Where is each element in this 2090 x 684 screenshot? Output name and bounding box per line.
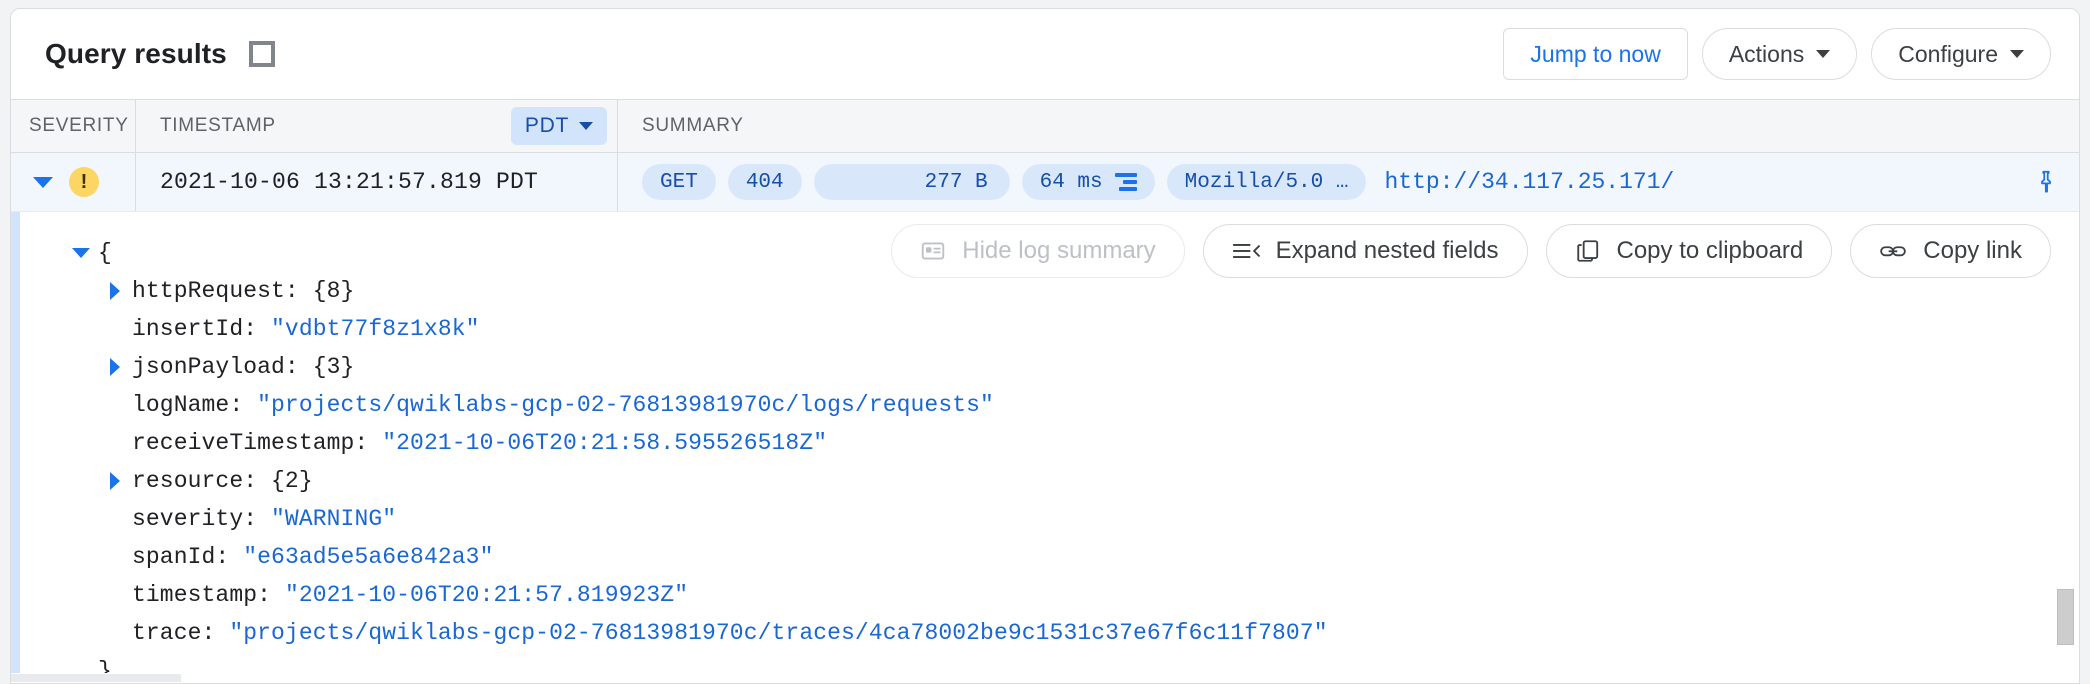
copy-link-button[interactable]: Copy link (1850, 224, 2051, 278)
json-value: "2021-10-06T20:21:58.595526518Z" (382, 430, 828, 456)
json-row: insertId: "vdbt77f8z1x8k" (64, 310, 2079, 348)
user-agent-chip[interactable]: Mozilla/5.0 … (1166, 164, 1367, 200)
vertical-scrollbar-thumb[interactable] (2057, 589, 2074, 645)
log-summary-icon (922, 242, 945, 260)
latency-chip-label: 64 ms (1039, 170, 1103, 194)
latency-chip[interactable]: 64 ms (1021, 164, 1155, 200)
json-key: severity: (132, 506, 258, 532)
hide-log-summary-label: Hide log summary (962, 237, 1156, 264)
timezone-selector[interactable]: PDT (510, 107, 607, 145)
actions-menu-button[interactable]: Actions (1701, 28, 1858, 80)
json-row: spanId: "e63ad5e5a6e842a3" (64, 538, 2079, 576)
column-header-row: SEVERITY TIMESTAMP PDT SUMMARY (11, 99, 2079, 153)
actions-menu-label: Actions (1728, 40, 1805, 67)
expand-resource-triangle-icon[interactable] (98, 472, 132, 490)
link-icon (1880, 246, 1907, 257)
request-url-link[interactable]: http://34.117.25.171/ (1384, 169, 1674, 195)
json-value: {8} (312, 278, 355, 304)
expand-httprequest-triangle-icon[interactable] (98, 282, 132, 300)
expand-nested-fields-button[interactable]: Expand nested fields (1202, 224, 1528, 278)
query-results-screen: Query results Jump to now Actions Config… (0, 0, 2090, 684)
response-size-chip[interactable]: 277 B (813, 164, 1010, 200)
log-entry-severity-cell: ! (11, 153, 136, 211)
configure-menu-label: Configure (1898, 40, 1998, 67)
log-entry-summary: GET 404 277 B 64 ms Mozilla/5.0 … http:/… (618, 153, 2079, 211)
log-entry-json-tree: { httpRequest: {8} insertId: "vdbt77f8z1… (20, 212, 2079, 683)
warning-icon: ! (69, 167, 99, 197)
log-entry-row[interactable]: ! 2021-10-06 13:21:57.819 PDT GET 404 27… (11, 153, 2079, 212)
horizontal-scrollbar-track[interactable] (11, 673, 2079, 683)
latency-bars-icon (1114, 173, 1137, 191)
detail-action-bar: Hide log summary Expand nested fields Co… (891, 224, 2051, 278)
json-key: resource: (132, 468, 258, 494)
json-key: trace: (132, 620, 216, 646)
column-header-timestamp: TIMESTAMP PDT (136, 100, 618, 152)
json-key: spanId: (132, 544, 230, 570)
page-title: Query results (45, 38, 227, 69)
json-value: {2} (271, 468, 313, 494)
chevron-down-icon (579, 122, 593, 130)
status-code-chip[interactable]: 404 (727, 164, 802, 200)
expand-jsonpayload-triangle-icon[interactable] (98, 358, 132, 376)
vertical-scrollbar-track[interactable] (2057, 101, 2077, 667)
json-value: "vdbt77f8z1x8k" (271, 316, 480, 342)
json-row: resource: {2} (64, 462, 2079, 500)
json-row: severity: "WARNING" (64, 500, 2079, 538)
column-header-summary: SUMMARY (642, 115, 744, 136)
collapse-root-triangle-icon[interactable] (64, 248, 98, 258)
json-value: "projects/qwiklabs-gcp-02-76813981970c/l… (257, 392, 994, 418)
json-key: logName: (132, 392, 244, 418)
json-row: logName: "projects/qwiklabs-gcp-02-76813… (64, 386, 2079, 424)
json-key: jsonPayload: (132, 354, 299, 380)
expand-nested-fields-label: Expand nested fields (1275, 237, 1499, 264)
configure-menu-button[interactable]: Configure (1871, 28, 2051, 80)
json-value: {3} (312, 354, 355, 380)
json-row: timestamp: "2021-10-06T20:21:57.819923Z" (64, 576, 2079, 614)
json-open-brace: { (98, 240, 112, 266)
query-results-card: Query results Jump to now Actions Config… (10, 8, 2080, 684)
fullscreen-icon[interactable] (248, 41, 275, 67)
copy-link-label: Copy link (1923, 237, 2022, 264)
expand-row-chevron-down-icon[interactable] (33, 176, 53, 188)
copy-to-clipboard-label: Copy to clipboard (1616, 237, 1804, 264)
json-value: "projects/qwiklabs-gcp-02-76813981970c/t… (229, 620, 1328, 646)
copy-icon (1576, 240, 1598, 262)
log-entry-timestamp: 2021-10-06 13:21:57.819 PDT (136, 153, 618, 211)
chevron-down-icon (1816, 50, 1831, 58)
title-group: Query results (45, 38, 275, 70)
json-key: insertId: (132, 316, 258, 342)
chevron-down-icon (2010, 50, 2024, 58)
copy-to-clipboard-button[interactable]: Copy to clipboard (1545, 224, 1833, 278)
json-key: timestamp: (132, 582, 272, 608)
hide-log-summary-button[interactable]: Hide log summary (891, 224, 1185, 278)
json-value: "e63ad5e5a6e842a3" (243, 544, 494, 570)
toolbar: Query results Jump to now Actions Config… (11, 9, 2079, 99)
expand-nested-fields-icon (1232, 244, 1260, 258)
jump-to-now-button[interactable]: Jump to now (1503, 28, 1688, 80)
json-row: receiveTimestamp: "2021-10-06T20:21:58.5… (64, 424, 2079, 462)
horizontal-scrollbar-thumb[interactable] (11, 674, 181, 682)
column-header-timestamp-label: TIMESTAMP (160, 115, 276, 136)
json-row: jsonPayload: {3} (64, 348, 2079, 386)
http-method-chip[interactable]: GET (642, 164, 716, 200)
json-value: "WARNING" (271, 506, 397, 532)
toolbar-actions: Jump to now Actions Configure (1503, 28, 2051, 80)
json-row: trace: "projects/qwiklabs-gcp-02-7681398… (64, 614, 2079, 652)
log-entry-detail-panel: Hide log summary Expand nested fields Co… (11, 212, 2079, 683)
pin-icon[interactable] (2033, 165, 2059, 199)
timezone-label: PDT (524, 114, 569, 137)
json-key: httpRequest: (132, 278, 299, 304)
json-key: receiveTimestamp: (132, 430, 369, 456)
column-header-severity: SEVERITY (11, 100, 136, 152)
json-value: "2021-10-06T20:21:57.819923Z" (284, 582, 689, 608)
